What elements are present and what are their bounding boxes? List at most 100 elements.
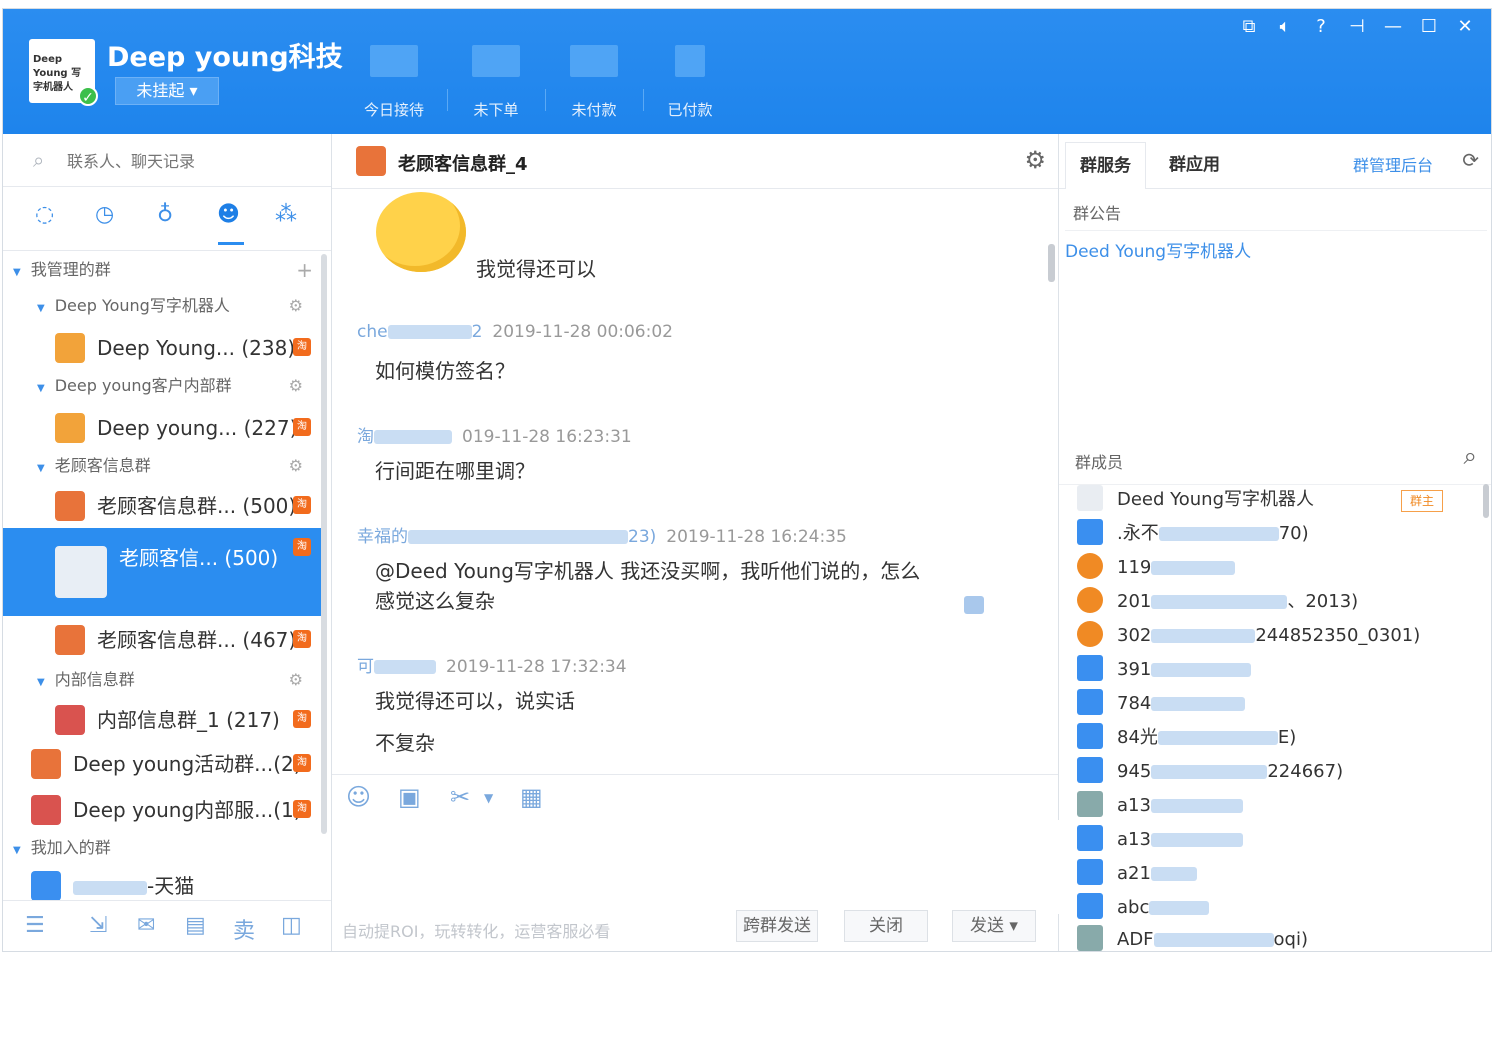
stat-paid[interactable]: 已付款 bbox=[655, 45, 725, 120]
import-icon[interactable]: ⇲ bbox=[89, 913, 107, 938]
chat-icon[interactable]: ◌ bbox=[35, 202, 54, 227]
contact-panel: ⌕ ◌ ◷ ♁ ☻ ⁂ ▼ 我管理的群 + ▼ Deep Young写字机器人 ⚙ De… bbox=[3, 134, 332, 951]
group-item[interactable]: 老顾客信息群... (467) 淘 bbox=[3, 620, 325, 660]
blurred-name bbox=[374, 660, 436, 674]
group-folder-label: Deep young客户内部群 bbox=[54, 376, 232, 395]
message-list: 我觉得还可以 che 2 2019-11-28 00:06:02 如何模仿签名？ 淘… bbox=[332, 188, 1058, 773]
pin-icon[interactable]: ⊣ bbox=[1339, 13, 1375, 41]
member-name: ADF bbox=[1117, 929, 1154, 950]
gear-icon[interactable]: ⚙ bbox=[1024, 146, 1046, 174]
group-folder[interactable]: ▼ Deep young客户内部群 ⚙ bbox=[37, 366, 327, 406]
group-item[interactable]: Deep young内部服...(1) 淘 bbox=[3, 790, 325, 830]
member-item[interactable]: 84光 E) bbox=[1077, 723, 1296, 753]
top-header: Deep Young 写字机器人 ✓ Deep young科技 未挂起 ▾ 今日… bbox=[3, 9, 1491, 134]
group-item[interactable]: -天猫 bbox=[3, 866, 325, 900]
member-avatar bbox=[1077, 757, 1103, 783]
member-name-tail: 244852350_0301) bbox=[1255, 625, 1421, 646]
refresh-icon[interactable]: ⟳ bbox=[1462, 148, 1479, 172]
close-icon[interactable]: ✕ bbox=[1447, 13, 1483, 41]
settings-icon[interactable]: ⚙ bbox=[289, 446, 303, 486]
group-admin-link[interactable]: 群管理后台 bbox=[1353, 152, 1433, 176]
member-item[interactable]: 201 、2013) bbox=[1077, 587, 1358, 617]
status-dropdown[interactable]: 未挂起 ▾ bbox=[115, 77, 219, 105]
window-icon[interactable]: ◫ bbox=[281, 913, 302, 938]
member-item[interactable]: 119 bbox=[1077, 553, 1236, 583]
close-button[interactable]: 关闭 bbox=[844, 910, 928, 942]
group-folder[interactable]: ▼ Deep Young写字机器人 ⚙ bbox=[37, 286, 327, 326]
chat-title: 老顾客信息群_4 bbox=[398, 154, 528, 175]
blurred-name bbox=[1151, 697, 1246, 711]
volume-icon[interactable]: 🔈︎ bbox=[1267, 13, 1303, 41]
help-icon[interactable]: ? bbox=[1303, 13, 1339, 41]
settings-icon[interactable]: ⚙ bbox=[289, 286, 303, 326]
member-item[interactable]: a13 bbox=[1077, 791, 1243, 821]
minimize-icon[interactable]: — bbox=[1375, 13, 1411, 41]
group-avatar bbox=[55, 624, 85, 655]
tab-group-apps[interactable]: 群应用 bbox=[1155, 142, 1234, 188]
org-icon[interactable]: ⁂ bbox=[275, 202, 297, 227]
scrollbar[interactable] bbox=[1048, 244, 1055, 282]
settings-icon[interactable]: ⚙ bbox=[289, 366, 303, 406]
member-item[interactable]: .永不 70) bbox=[1077, 519, 1309, 549]
recent-clock-icon[interactable]: ◷ bbox=[95, 202, 114, 227]
member-item[interactable]: abc bbox=[1077, 893, 1210, 923]
emoji-sticker bbox=[376, 192, 466, 272]
send-button[interactable]: 发送 ▾ bbox=[952, 910, 1036, 942]
group-info-panel: 群服务 群应用 群管理后台 ⟳ 群公告 Deed Young写字机器人 群成员 … bbox=[1059, 134, 1491, 951]
member-item[interactable]: a13 bbox=[1077, 825, 1243, 855]
member-item[interactable]: 784 bbox=[1077, 689, 1246, 719]
group-folder[interactable]: ▼ 老顾客信息群 ⚙ bbox=[37, 446, 327, 486]
search-input[interactable] bbox=[65, 147, 319, 175]
stat-unordered[interactable]: 未下单 bbox=[461, 45, 531, 120]
member-item[interactable]: a21 bbox=[1077, 859, 1197, 889]
member-item[interactable]: Deed Young写字机器人 群主 bbox=[1077, 485, 1477, 515]
add-icon[interactable]: + bbox=[296, 250, 313, 290]
member-item[interactable]: 302 244852350_0301) bbox=[1077, 621, 1420, 651]
section-managed[interactable]: ▼ 我管理的群 + bbox=[13, 250, 323, 290]
group-item-selected[interactable]: 老顾客信... (500) 淘 bbox=[3, 528, 325, 616]
chevron-down-icon[interactable]: ▼ bbox=[484, 791, 493, 805]
contact-icon[interactable]: ♁ bbox=[157, 202, 173, 227]
member-name-tail: 224667) bbox=[1267, 761, 1344, 782]
group-item[interactable]: 老顾客信息群... (500) 淘 bbox=[3, 486, 325, 526]
image-icon[interactable]: ▣ bbox=[398, 783, 421, 811]
stat-value-blurred bbox=[675, 45, 705, 77]
maximize-icon[interactable]: ☐ bbox=[1411, 13, 1447, 41]
tab-group-service[interactable]: 群服务 bbox=[1065, 142, 1146, 189]
group-item[interactable]: 内部信息群_1 (217) 淘 bbox=[3, 700, 325, 740]
group-avatar bbox=[55, 332, 85, 363]
group-item[interactable]: Deep young... (227) 淘 bbox=[3, 408, 325, 448]
stat-today[interactable]: 今日接待 bbox=[359, 45, 429, 120]
message-input[interactable] bbox=[332, 820, 1062, 914]
quick-reply-icon[interactable] bbox=[964, 596, 984, 614]
taobao-badge-icon: 淘 bbox=[293, 538, 311, 556]
menu-icon[interactable]: ☰ bbox=[25, 913, 45, 938]
chat-header: 老顾客信息群_4 ⚙ bbox=[332, 134, 1058, 189]
store-icon[interactable]: ▤ bbox=[185, 913, 206, 938]
group-icon[interactable]: ☻ bbox=[217, 202, 240, 227]
scrollbar[interactable] bbox=[321, 254, 327, 834]
settings-icon[interactable]: ⚙ bbox=[289, 660, 303, 700]
blurred-name bbox=[1150, 833, 1243, 847]
calendar-icon[interactable]: ▦ bbox=[520, 783, 543, 811]
member-item[interactable]: 391 bbox=[1077, 655, 1252, 685]
member-item[interactable]: ADF oqi) bbox=[1077, 925, 1308, 951]
skin-icon[interactable]: ⧉ bbox=[1231, 13, 1267, 41]
group-item[interactable]: Deep Young... (238) 淘 bbox=[3, 328, 325, 368]
multi-group-send-button[interactable]: 跨群发送 bbox=[736, 910, 818, 942]
sell-icon[interactable]: 卖 bbox=[233, 913, 255, 945]
scrollbar[interactable] bbox=[1483, 484, 1489, 518]
app-window: Deep Young 写字机器人 ✓ Deep young科技 未挂起 ▾ 今日… bbox=[2, 8, 1492, 952]
section-label: 我管理的群 bbox=[30, 260, 111, 279]
section-label: 我加入的群 bbox=[30, 838, 111, 857]
scissors-icon[interactable]: ✂ bbox=[450, 783, 470, 811]
member-item[interactable]: 945 224667) bbox=[1077, 757, 1343, 787]
search-icon[interactable]: ⌕ bbox=[1464, 442, 1477, 470]
section-joined[interactable]: ▼ 我加入的群 bbox=[13, 828, 323, 868]
group-item[interactable]: Deep young活动群...(2) 淘 bbox=[3, 744, 325, 784]
mail-icon[interactable]: ✉ bbox=[137, 913, 155, 938]
stat-unpaid[interactable]: 未付款 bbox=[559, 45, 629, 120]
member-avatar bbox=[1077, 485, 1103, 511]
emoji-icon[interactable]: ☺ bbox=[346, 783, 371, 811]
group-folder[interactable]: ▼ 内部信息群 ⚙ bbox=[37, 660, 327, 700]
